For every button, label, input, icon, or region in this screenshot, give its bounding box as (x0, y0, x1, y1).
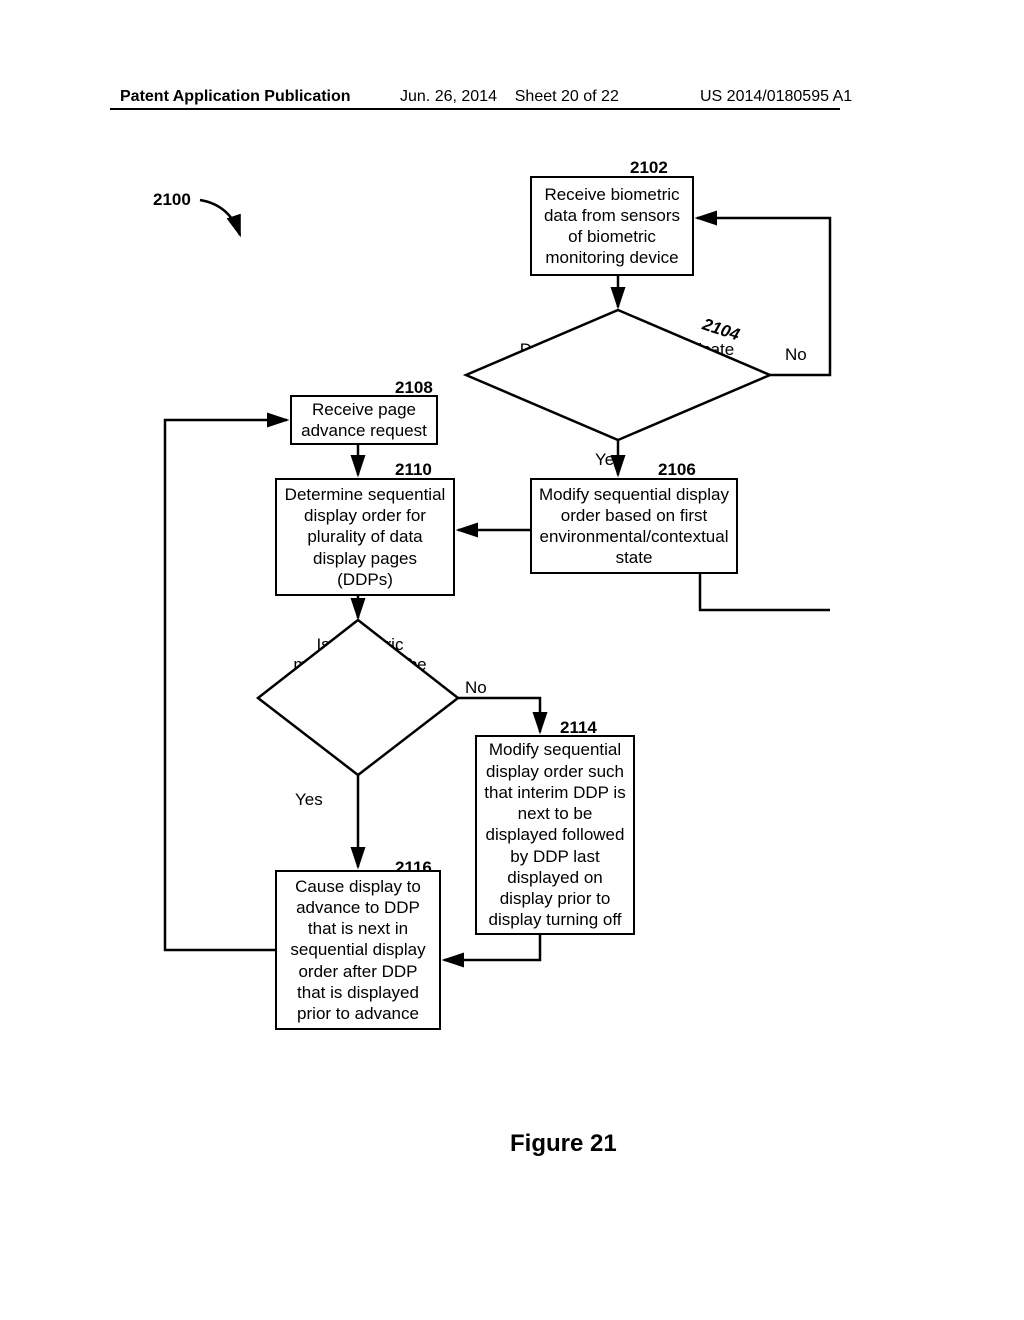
flow-lines (0, 0, 1024, 1320)
